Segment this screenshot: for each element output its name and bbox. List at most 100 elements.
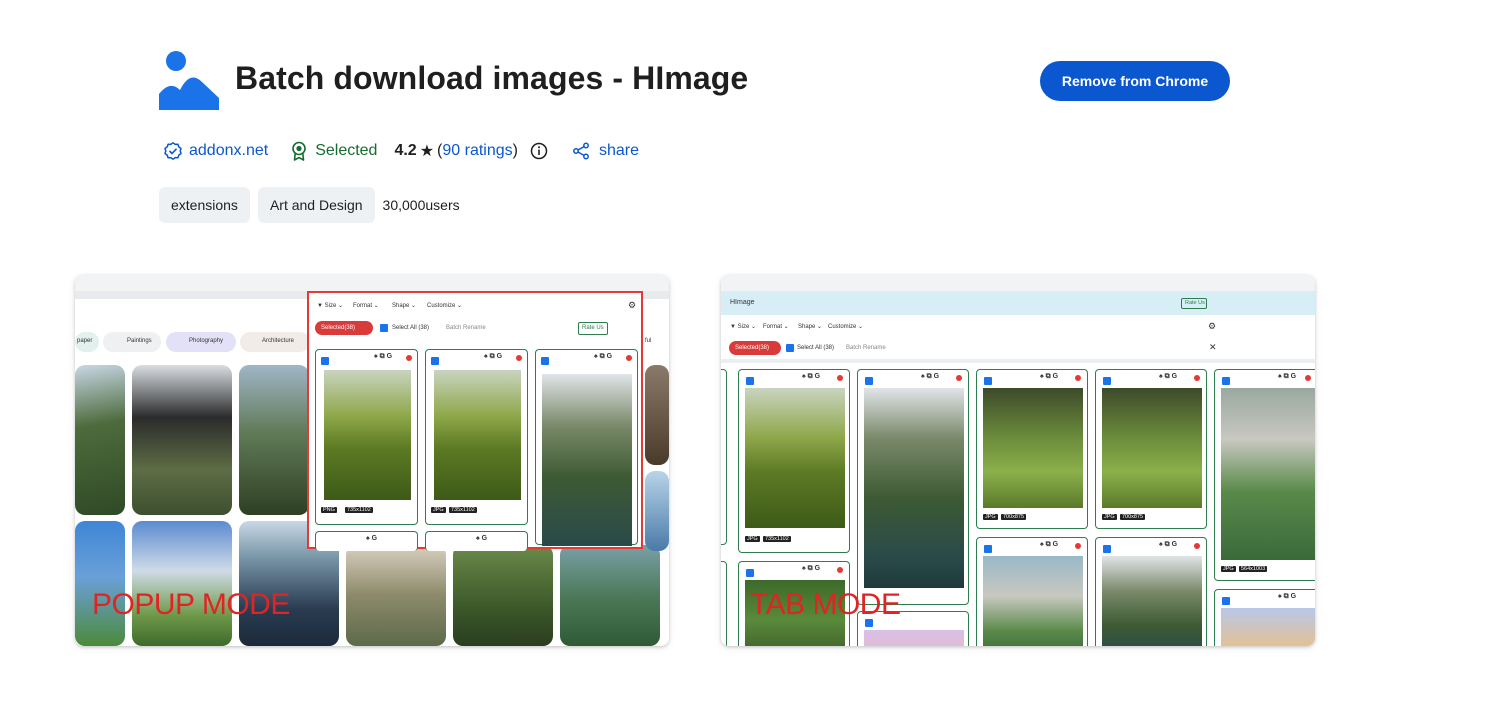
- screenshot-tab-mode[interactable]: HImage Rate Us ▼ Size ⌄ Format ⌄ Shape ⌄…: [721, 275, 1315, 646]
- image-card[interactable]: ♠ ⧉ G JPG 700x875: [1095, 369, 1207, 529]
- image-card[interactable]: ♠ ⧉ G: [1214, 589, 1315, 646]
- card-checkbox[interactable]: [746, 377, 754, 385]
- extension-meta-row: addonx.net Selected 4.2 ★ ( 90 ratings ): [163, 139, 639, 163]
- toolbar-size[interactable]: ▼ Size ⌄: [317, 302, 343, 309]
- extension-detail-page: Batch download images - HImage Remove fr…: [0, 0, 1506, 725]
- card-dot: [1075, 543, 1081, 549]
- ratings-link[interactable]: 90 ratings: [442, 142, 512, 160]
- card-checkbox[interactable]: [431, 357, 439, 365]
- image-card[interactable]: ♠ ⧉ G PNG 735x1102: [315, 349, 418, 525]
- image-tile: [346, 545, 446, 646]
- card-icons[interactable]: ♠ ⧉ G: [1159, 541, 1177, 549]
- selected-pill-label: Selected(38): [321, 325, 356, 331]
- toolbar-shape[interactable]: Shape ⌄: [798, 323, 822, 330]
- rating-value: 4.2: [394, 142, 417, 159]
- card-icons[interactable]: ♠ ⧉ G: [1159, 373, 1177, 381]
- image-tile: [75, 521, 125, 646]
- image-card[interactable]: ♠ ⧉ G JPG 735x1102: [425, 349, 528, 525]
- settings-icon[interactable]: ⚙: [1208, 321, 1216, 332]
- image-card: [721, 369, 727, 545]
- image-card[interactable]: ♠ ⧉ G: [976, 537, 1088, 646]
- card-checkbox[interactable]: [865, 377, 873, 385]
- card-icons[interactable]: ♠ ⧉ G: [374, 353, 392, 361]
- image-card[interactable]: ♠ ⧉ G JPG 564x1003: [1214, 369, 1315, 581]
- format-badge: JPG: [745, 536, 760, 542]
- card-checkbox[interactable]: [541, 357, 549, 365]
- share-button[interactable]: share: [572, 142, 639, 160]
- browser-toolbar: [75, 275, 669, 291]
- himage-logo-icon: [159, 51, 219, 110]
- image-tile: [75, 365, 125, 515]
- select-all-checkbox[interactable]: [380, 324, 388, 332]
- verified-icon: [164, 142, 182, 160]
- card-icons[interactable]: ♠ ⧉ G: [802, 373, 820, 381]
- card-icons[interactable]: ♠ ⧉ G: [1040, 373, 1058, 381]
- card-image: [1221, 388, 1315, 560]
- tab-mode-label: TAB MODE: [750, 588, 901, 621]
- card-icons[interactable]: ♠ ⧉ G: [802, 565, 820, 573]
- category-pill-label: Photography: [189, 338, 224, 344]
- toolbar-size[interactable]: ▼ Size ⌄: [730, 323, 756, 330]
- card-icons[interactable]: ♠ ⧉ G: [594, 353, 612, 361]
- card-image: [983, 388, 1083, 508]
- size-badge: 735x1102: [449, 507, 477, 513]
- popup-panel: ▼ Size ⌄ Format ⌄ Shape ⌄ Customize ⌄ ⚙ …: [307, 291, 643, 551]
- image-card[interactable]: ♠ G: [425, 531, 528, 551]
- card-dot: [1305, 375, 1311, 381]
- screenshot-popup-mode[interactable]: paper Paintings Photography Architecture…: [75, 275, 669, 646]
- card-checkbox[interactable]: [1103, 545, 1111, 553]
- card-icons[interactable]: ♠ ⧉ G: [921, 373, 939, 381]
- close-icon[interactable]: ✕: [1209, 342, 1217, 353]
- toolbar-customize[interactable]: Customize ⌄: [828, 323, 863, 330]
- image-card[interactable]: ♠ G: [315, 531, 418, 551]
- image-tile: [645, 365, 669, 465]
- card-checkbox[interactable]: [984, 545, 992, 553]
- batch-rename-input[interactable]: Batch Rename: [446, 325, 486, 331]
- toolbar-customize[interactable]: Customize ⌄: [427, 302, 462, 309]
- card-icons[interactable]: ♠ ⧉ G: [1278, 373, 1296, 381]
- toolbar-shape[interactable]: Shape ⌄: [392, 302, 416, 309]
- image-card[interactable]: ♠ ⧉ G JPG 735x1102: [738, 369, 850, 553]
- image-card[interactable]: ♠ ⧉ G: [1095, 537, 1207, 646]
- info-icon[interactable]: [530, 142, 548, 160]
- batch-rename-input[interactable]: Batch Rename: [846, 345, 886, 351]
- image-card[interactable]: ♠ ⧉ G: [857, 369, 969, 605]
- card-image: [1102, 388, 1202, 508]
- card-image: [1221, 608, 1315, 646]
- image-card[interactable]: ♠ ⧉ G JPG 700x875: [976, 369, 1088, 529]
- card-icons[interactable]: ♠ ⧉ G: [484, 353, 502, 361]
- card-checkbox[interactable]: [746, 569, 754, 577]
- format-badge: JPG: [1102, 514, 1117, 520]
- remove-from-chrome-button[interactable]: Remove from Chrome: [1040, 61, 1230, 101]
- card-icons: ♠ G: [476, 535, 488, 542]
- card-checkbox[interactable]: [984, 377, 992, 385]
- select-all-checkbox[interactable]: [786, 344, 794, 352]
- card-icons[interactable]: ♠ ⧉ G: [1040, 541, 1058, 549]
- category-chips: extensions Art and Design 30,000users: [159, 187, 460, 223]
- settings-icon[interactable]: ⚙: [628, 300, 636, 311]
- featured-badge[interactable]: Selected: [290, 141, 377, 161]
- toolbar-format[interactable]: Format ⌄: [353, 302, 379, 309]
- image-card[interactable]: ♠ ⧉ G: [535, 349, 638, 546]
- card-dot: [837, 375, 843, 381]
- rate-us-label: Rate Us: [582, 325, 604, 331]
- card-checkbox[interactable]: [1103, 377, 1111, 385]
- card-checkbox[interactable]: [1222, 597, 1230, 605]
- card-checkbox[interactable]: [1222, 377, 1230, 385]
- chip-art-and-design[interactable]: Art and Design: [257, 187, 375, 223]
- category-pill-label: Architecture: [262, 338, 295, 344]
- publisher-name: addonx.net: [189, 142, 269, 159]
- card-image: [745, 388, 845, 528]
- card-icons[interactable]: ♠ ⧉ G: [1278, 593, 1296, 601]
- category-pill-label: ful: [645, 338, 652, 344]
- toolbar-format[interactable]: Format ⌄: [763, 323, 789, 330]
- chip-extensions[interactable]: extensions: [159, 187, 250, 223]
- size-badge: 700x875: [1001, 514, 1027, 520]
- browser-toolbar: [721, 275, 1315, 291]
- size-badge: 700x875: [1120, 514, 1146, 520]
- category-pill-label: Paintings: [127, 338, 152, 344]
- image-card: [721, 561, 727, 646]
- publisher-link[interactable]: addonx.net: [163, 141, 268, 161]
- size-badge: 735x1102: [345, 507, 373, 513]
- card-checkbox[interactable]: [321, 357, 329, 365]
